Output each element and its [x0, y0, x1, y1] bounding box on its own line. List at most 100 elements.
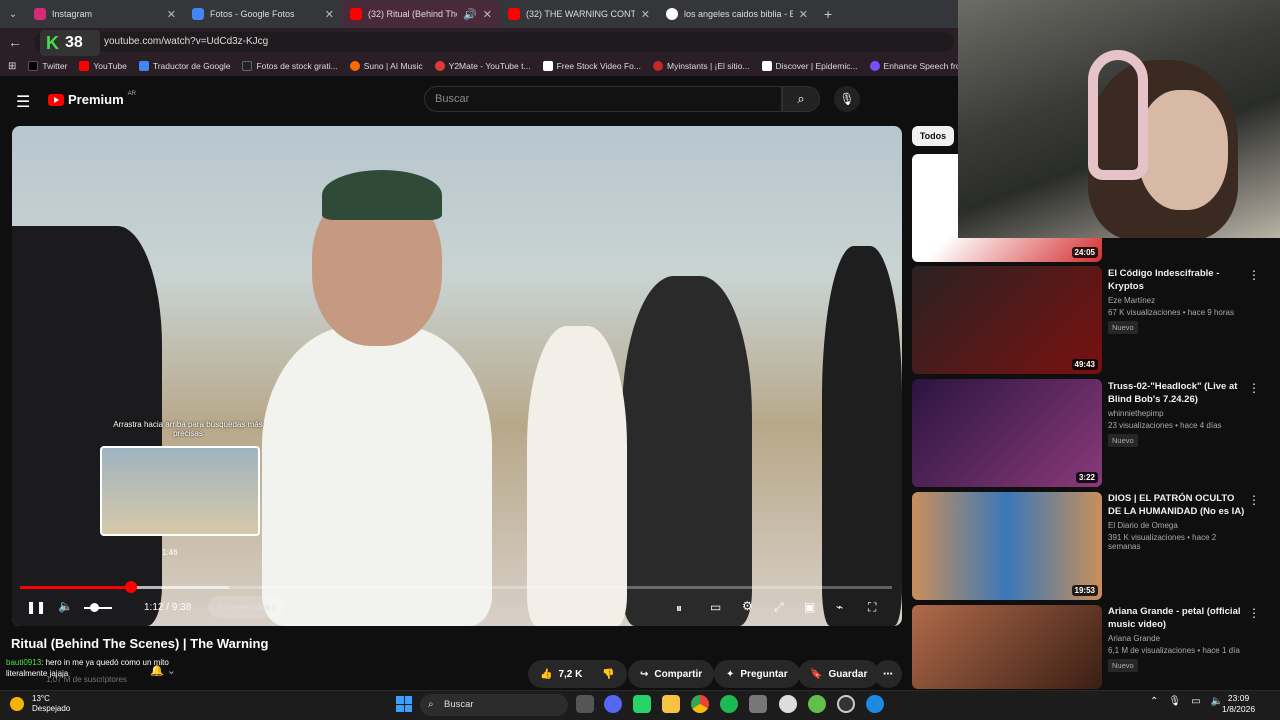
- more-vert-icon[interactable]: ⋮: [1248, 493, 1260, 507]
- youtube-premium-logo[interactable]: Premium AR: [48, 91, 136, 107]
- recommendation-meta[interactable]: Ariana Grande - petal (official music vi…: [1108, 605, 1248, 673]
- mixkit-icon: [542, 61, 553, 71]
- recommendation-meta[interactable]: El Código Indescifrable - Kryptos Eze Ma…: [1108, 267, 1248, 335]
- url-field[interactable]: youtube.com/watch?v=UdCd3z-KJcg: [34, 32, 954, 52]
- volume-slider[interactable]: [84, 603, 112, 612]
- kick-viewer-count: 38: [65, 34, 83, 51]
- kick-overlay-badge: K 38: [40, 30, 100, 56]
- webcam-headphones: [1088, 50, 1148, 180]
- bookmark-item[interactable]: Twitter: [28, 61, 67, 71]
- search-icon[interactable]: ⌕: [782, 86, 820, 112]
- filter-chip-all[interactable]: Todos: [912, 126, 954, 146]
- chevron-up-icon[interactable]: ⌃: [1150, 696, 1158, 707]
- close-icon[interactable]: ✕: [483, 8, 492, 21]
- xbox-icon[interactable]: [808, 695, 826, 713]
- weather-widget[interactable]: 13°C Despejado: [10, 694, 70, 714]
- whatsapp-icon[interactable]: [633, 695, 651, 713]
- video-player[interactable]: Arrastra hacia arriba para búsquedas más…: [12, 126, 902, 626]
- thumbs-down-icon[interactable]: 👎: [602, 669, 614, 680]
- more-vert-icon[interactable]: ⋮: [1248, 268, 1260, 282]
- new-tab-plus-icon[interactable]: +: [816, 6, 840, 22]
- fullscreen-icon[interactable]: ⛶: [868, 600, 876, 615]
- ask-button[interactable]: ✦ Preguntar: [714, 660, 800, 688]
- duration-badge: 3:22: [1075, 472, 1098, 483]
- spotify-icon[interactable]: [720, 695, 738, 713]
- tab-youtube-ritual[interactable]: (32) Ritual (Behind The Sce🔊✕: [342, 1, 500, 27]
- tab-google-photos[interactable]: Fotos - Google Fotos ✕: [184, 1, 342, 27]
- recommendation-meta[interactable]: DIOS | EL PATRÓN OCULTO DE LA HUMANIDAD …: [1108, 492, 1248, 551]
- recommendation-meta[interactable]: Truss-02-"Headlock" (Live at Blind Bob's…: [1108, 380, 1248, 448]
- instagram-icon: [34, 8, 46, 20]
- adobe-podcast-icon: [869, 61, 880, 71]
- progress-fill: [20, 586, 130, 589]
- scrubber-handle[interactable]: [124, 581, 137, 593]
- chatgpt-icon[interactable]: [779, 695, 797, 713]
- progress-bar[interactable]: [20, 581, 892, 593]
- file-explorer-icon[interactable]: [662, 695, 680, 713]
- video-frame-person: [822, 246, 902, 626]
- chrome-icon[interactable]: [691, 695, 709, 713]
- recommendation-thumbnail[interactable]: 49:43: [912, 266, 1102, 374]
- apps-grid-icon[interactable]: ⊞: [8, 61, 16, 72]
- like-button[interactable]: 👍 7,2 K 👎: [528, 660, 627, 688]
- bookmark-item[interactable]: Fotos de stock grati...: [242, 61, 338, 71]
- bell-icon[interactable]: 🔔 ⌄: [150, 664, 176, 677]
- settings-gear-icon[interactable]: ⚙: [742, 599, 753, 613]
- epidemic-icon: [761, 61, 772, 71]
- obs-icon[interactable]: [837, 695, 855, 713]
- recommendation-thumbnail[interactable]: 3:22: [912, 379, 1102, 487]
- autoplay-toggle-icon[interactable]: ⏸: [676, 601, 682, 616]
- menu-hamburger-icon[interactable]: ☰: [16, 92, 30, 112]
- network-icon[interactable]: ▭: [1191, 696, 1200, 707]
- youtube-play-icon: [48, 93, 64, 106]
- bookmark-item[interactable]: Enhance Speech fro...: [869, 61, 958, 71]
- google-icon: [666, 8, 678, 20]
- microphone-icon[interactable]: 🎙: [834, 86, 860, 112]
- calculator-icon[interactable]: [749, 695, 767, 713]
- bookmark-item[interactable]: Suno | AI Music: [349, 61, 423, 71]
- system-tray[interactable]: ⌃ 🎙 ▭ 🔈: [1150, 696, 1223, 707]
- share-button[interactable]: ↪ Compartir: [628, 660, 715, 688]
- more-vert-icon[interactable]: ⋮: [1248, 381, 1260, 395]
- address-bar-row: ← youtube.com/watch?v=UdCd3z-KJcg: [0, 28, 958, 56]
- discord-icon[interactable]: [604, 695, 622, 713]
- bookmark-item[interactable]: Traductor de Google: [138, 61, 230, 71]
- bookmark-item[interactable]: Free Stock Video Fo...: [542, 61, 641, 71]
- tab-instagram[interactable]: Instagram ✕: [26, 1, 184, 27]
- taskbar-search[interactable]: ⌕ Buscar: [420, 694, 568, 716]
- back-arrow-icon[interactable]: ←: [0, 34, 30, 50]
- video-frame-cap: [322, 170, 442, 220]
- bookmark-item[interactable]: YouTube: [79, 61, 127, 71]
- tab-search-chevron-icon[interactable]: ⌄: [0, 0, 26, 28]
- close-icon[interactable]: ✕: [799, 8, 808, 21]
- volume-icon[interactable]: 🔈: [58, 599, 73, 613]
- microphone-icon[interactable]: 🎙: [1168, 696, 1181, 707]
- pause-icon[interactable]: ❚❚: [26, 600, 46, 614]
- recommendation-thumbnail[interactable]: [912, 605, 1102, 689]
- more-vert-icon[interactable]: ⋮: [1248, 606, 1260, 620]
- more-actions-button[interactable]: ⋯: [874, 660, 902, 688]
- pexels-icon: [242, 61, 253, 71]
- save-button[interactable]: 🔖 Guardar: [798, 660, 880, 688]
- bookmark-item[interactable]: Discover | Epidemic...: [761, 61, 858, 71]
- edge-icon[interactable]: [866, 695, 884, 713]
- close-icon[interactable]: ✕: [641, 8, 650, 21]
- recommendation-thumbnail[interactable]: 19:53: [912, 492, 1102, 600]
- theater-mode-icon[interactable]: ▣: [804, 600, 815, 614]
- share-icon: ↪: [640, 668, 649, 680]
- chapter-button[interactable]: En este video ›: [208, 596, 285, 618]
- bookmark-item[interactable]: Y2Mate - YouTube t...: [434, 61, 531, 71]
- close-icon[interactable]: ✕: [167, 8, 176, 21]
- bookmark-item[interactable]: Myinstants | ¡El sitio...: [652, 61, 750, 71]
- miniplayer-icon[interactable]: ⤢: [774, 600, 784, 615]
- tab-youtube-warning[interactable]: (32) THE WARNING CONTRA L✕: [500, 1, 658, 27]
- taskbar-clock[interactable]: 23:09 1/8/2026: [1222, 693, 1255, 715]
- speaker-icon[interactable]: 🔊: [463, 8, 477, 21]
- close-icon[interactable]: ✕: [325, 8, 334, 21]
- task-view-icon[interactable]: [576, 695, 594, 713]
- windows-start-icon[interactable]: [396, 696, 412, 712]
- search-input[interactable]: Buscar: [424, 86, 782, 112]
- tab-google-search[interactable]: los angeles caidos biblia - Busc✕: [658, 1, 816, 27]
- cast-icon[interactable]: ⌁: [836, 600, 843, 614]
- subtitles-icon[interactable]: ▭: [710, 600, 721, 614]
